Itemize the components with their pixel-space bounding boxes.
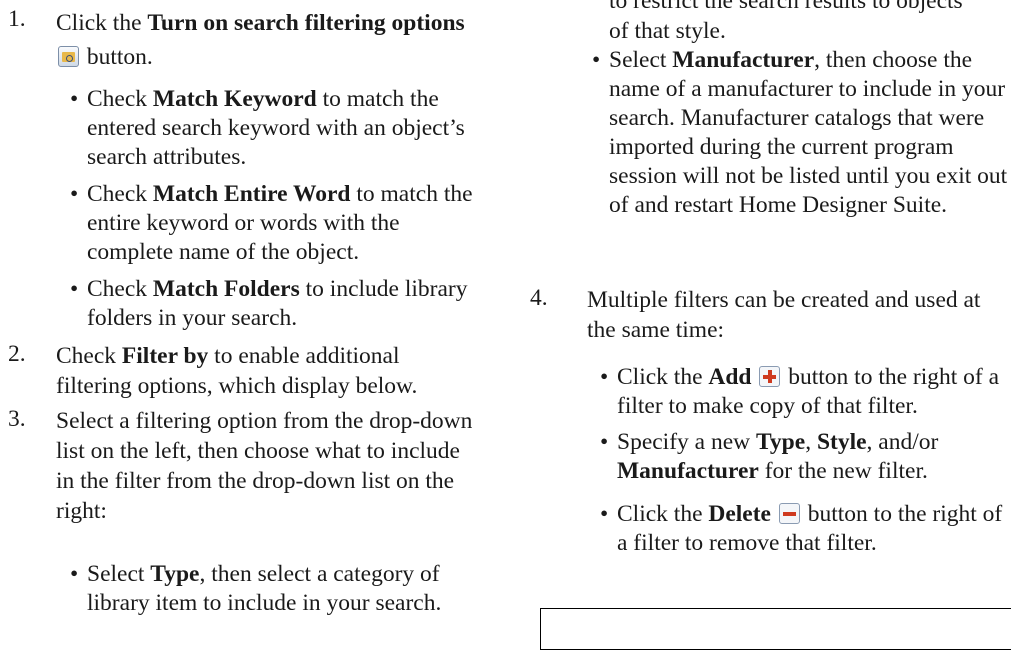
step-number: 2.: [8, 341, 26, 367]
bullet-pre: Click the: [617, 364, 709, 390]
bullet-bold: Manufacturer: [672, 47, 815, 73]
manufacturer-label: Manufacturer: [617, 458, 759, 484]
step-3-bullets: Select Type, then select a category of l…: [70, 560, 475, 618]
step-1-bullets-3: Check Match Folders to include library f…: [70, 275, 475, 333]
continued-line-1: to restrict the search results to object…: [609, 0, 963, 14]
step-number: 4.: [530, 285, 548, 311]
manufacturer-bullet: Select Manufacturer, then choose the nam…: [592, 46, 1014, 220]
search-filter-icon: [58, 46, 79, 67]
bullet-bold: Match Folders: [152, 276, 300, 302]
step-3: 3. Select a filtering option from the dr…: [8, 406, 478, 526]
bullet-mid: , and/or: [866, 429, 939, 455]
step-4-text: Multiple filters can be created and used…: [587, 287, 981, 343]
click-delete-item: Click the Delete button to the right of …: [600, 500, 1015, 558]
filter-by-label: Filter by: [121, 343, 209, 369]
type-label: Type: [756, 429, 806, 455]
bullet-bold: Delete: [708, 501, 771, 527]
delete-bullet: Click the Delete button to the right of …: [600, 500, 1015, 558]
style-label: Style: [816, 429, 867, 455]
step-1-text: Click the Turn on search filtering optio…: [56, 6, 478, 74]
step-1-bullets: Check Match Keyword to match the entered…: [70, 85, 475, 172]
bullet-pre: Select: [87, 561, 151, 587]
bullet-mid: ,: [805, 429, 817, 455]
bullet-pre: Select: [609, 47, 673, 73]
add-bullet: Click the Add button to the right of a f…: [600, 363, 1015, 421]
step-1-pre: Click the: [56, 10, 148, 36]
bullet-bold: Type: [150, 561, 200, 587]
step-2-pre: Check: [56, 343, 122, 369]
bullet-pre: Specify a new: [617, 429, 756, 455]
note-box: [540, 608, 1011, 650]
step-3-text: Select a filtering option from the drop-…: [56, 408, 473, 524]
bullet-bold: Match Entire Word: [152, 181, 351, 207]
bullet-pre: Check: [87, 86, 153, 112]
bullet-pre: Check: [87, 276, 153, 302]
step-2-text: Check Filter by to enable additional fil…: [56, 341, 478, 401]
bullet-pre: Check: [87, 181, 153, 207]
continued-text: to restrict the search results to object…: [609, 0, 1009, 46]
bullet-post: for the new filter.: [758, 458, 928, 484]
specify-bullet: Specify a new Type, Style, and/or Manufa…: [600, 428, 1015, 486]
select-manufacturer-item: Select Manufacturer, then choose the nam…: [592, 46, 1014, 220]
step-4: 4. Multiple filters can be created and u…: [530, 285, 1015, 345]
step-2: 2. Check Filter by to enable additional …: [8, 341, 478, 401]
bullet-bold: Add: [708, 364, 752, 390]
click-add-item: Click the Add button to the right of a f…: [600, 363, 1015, 421]
bullet-bold: Match Keyword: [152, 86, 317, 112]
add-plus-icon: [759, 366, 781, 387]
delete-minus-icon: [778, 503, 800, 524]
specify-new-item: Specify a new Type, Style, and/or Manufa…: [600, 428, 1015, 486]
match-folders-item: Check Match Folders to include library f…: [70, 275, 475, 333]
select-type-item: Select Type, then select a category of l…: [70, 560, 475, 618]
match-entire-word-item: Check Match Entire Word to match the ent…: [70, 180, 475, 267]
step-1-post: button.: [81, 44, 153, 70]
step-1-bullets-2: Check Match Entire Word to match the ent…: [70, 180, 475, 267]
match-keyword-item: Check Match Keyword to match the entered…: [70, 85, 475, 172]
step-number: 1.: [8, 6, 26, 32]
continued-line-2: of that style.: [609, 18, 726, 44]
bullet-pre: Click the: [617, 501, 709, 527]
step-number: 3.: [8, 406, 26, 432]
turn-on-search-filtering-label: Turn on search filtering options: [147, 10, 465, 36]
step-1: 1. Click the Turn on search filtering op…: [8, 6, 478, 74]
